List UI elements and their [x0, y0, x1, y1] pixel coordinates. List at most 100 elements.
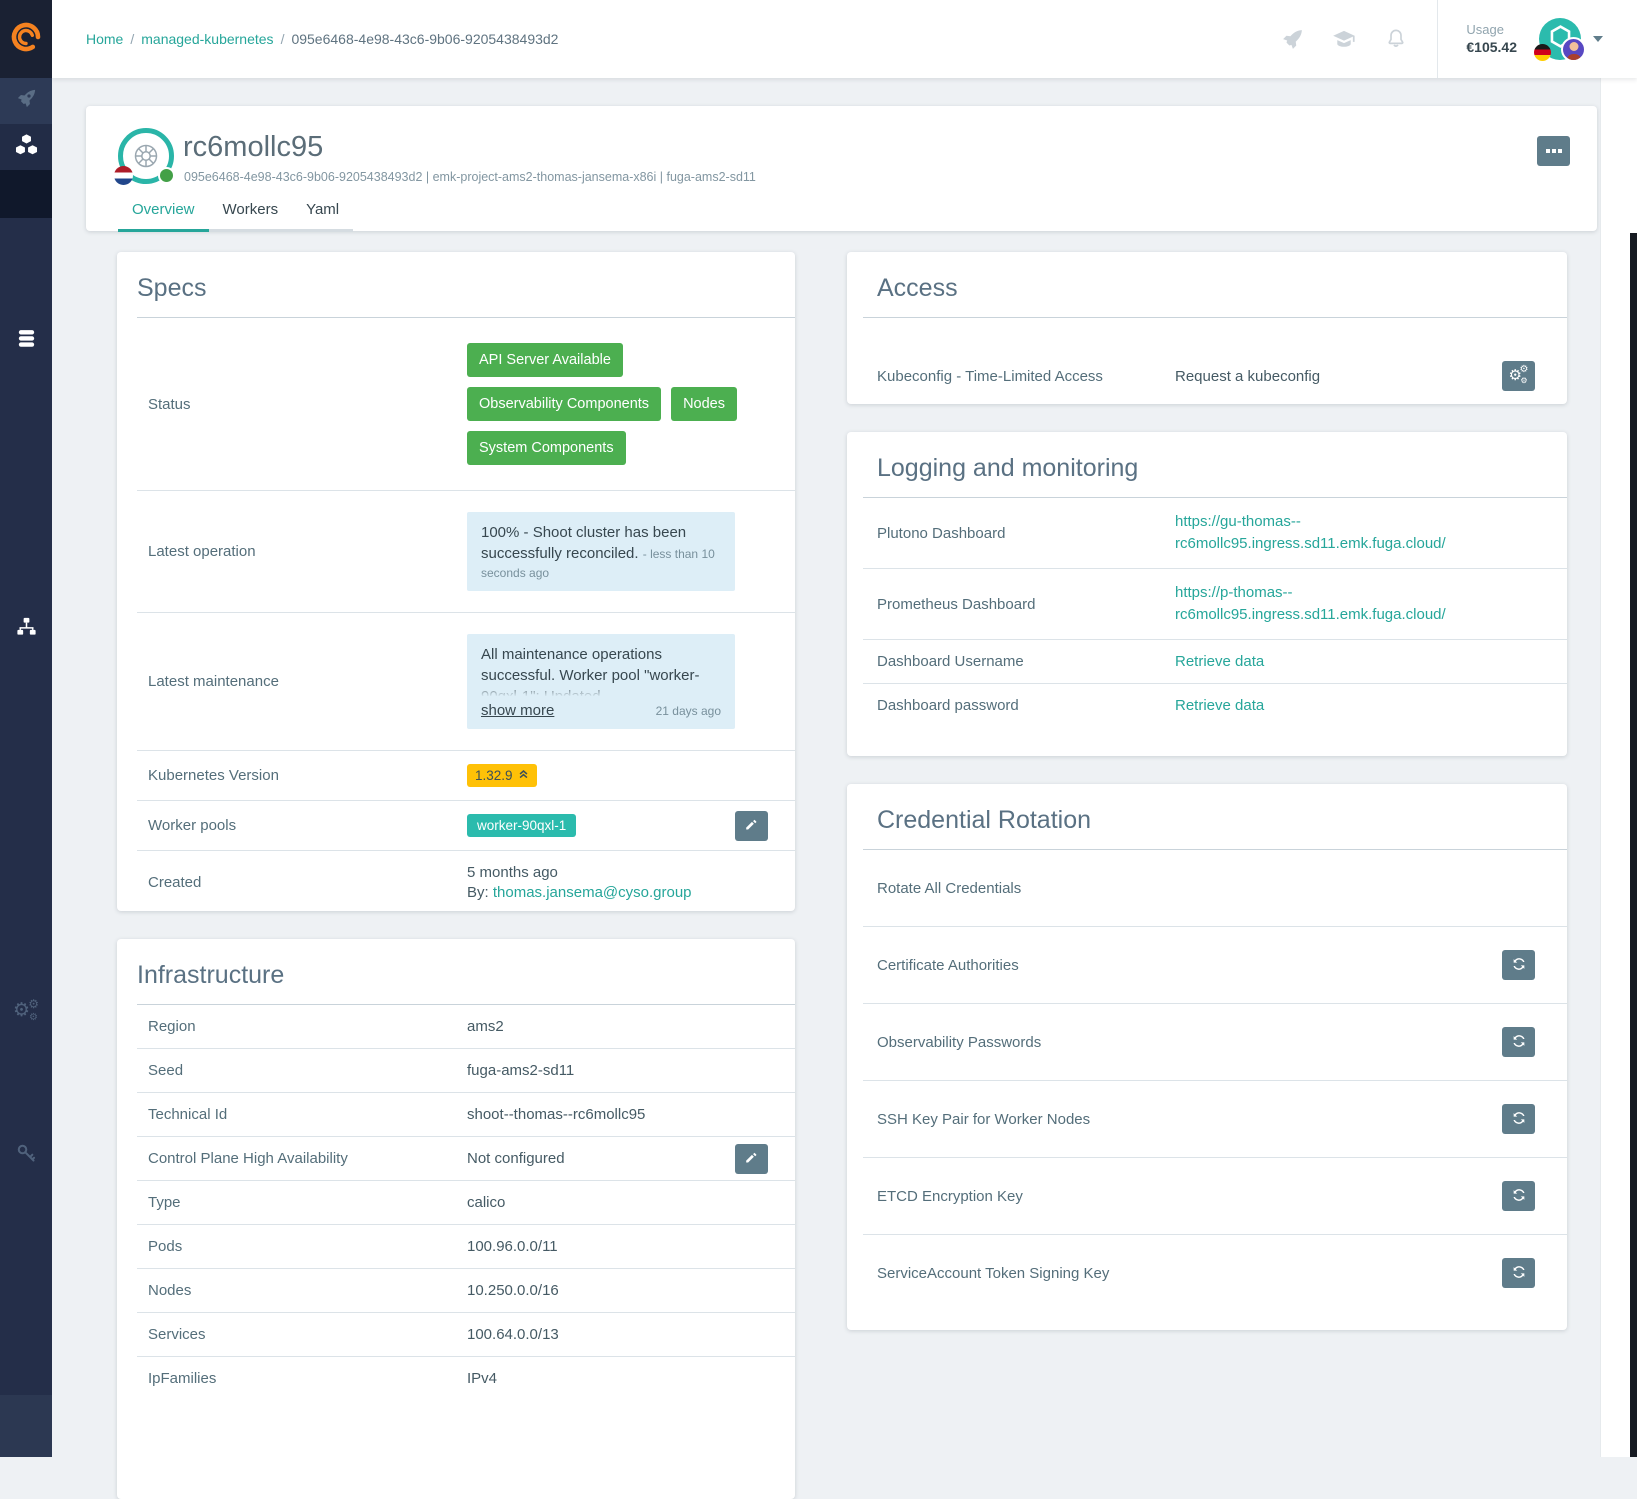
breadcrumb-home-link[interactable]: Home	[86, 31, 123, 47]
latest-maintenance-message: All maintenance operations successful. W…	[481, 644, 721, 696]
nodes-label: Nodes	[137, 1282, 467, 1299]
type-value: calico	[467, 1194, 795, 1211]
brand-spiral-icon	[9, 20, 43, 59]
topbar: Home / managed-kubernetes / 095e6468-4e9…	[52, 0, 1637, 78]
prometheus-dashboard-row: Prometheus Dashboard https://p-thomas--r…	[863, 568, 1567, 639]
status-row: Status API Server Available Observabilit…	[137, 318, 795, 490]
created-value: 5 months ago	[467, 864, 795, 881]
created-by-prefix: By:	[467, 884, 489, 901]
breadcrumb-managed-kubernetes-link[interactable]: managed-kubernetes	[141, 31, 273, 47]
usage-block[interactable]: Usage €105.42	[1466, 21, 1517, 57]
refresh-icon	[1511, 1110, 1527, 1129]
avatar[interactable]	[1539, 18, 1581, 60]
status-badge: Observability Components	[467, 387, 661, 421]
region-label: Region	[137, 1018, 467, 1035]
rotate-serviceaccount-token-button[interactable]	[1502, 1258, 1535, 1288]
latest-operation-box: 100% - Shoot cluster has been successful…	[467, 512, 735, 591]
region-row: Region ams2	[137, 1005, 795, 1048]
certificate-authorities-label: Certificate Authorities	[863, 957, 1175, 974]
sidebar-item-instances[interactable]	[0, 78, 52, 124]
rotate-ssh-key-pair-button[interactable]	[1502, 1104, 1535, 1134]
pencil-icon	[744, 817, 759, 835]
edit-control-plane-ha-button[interactable]	[735, 1144, 768, 1174]
page-title: rc6mollc95	[183, 131, 323, 164]
show-more-link[interactable]: show more	[481, 702, 554, 719]
rocket-icon	[15, 87, 38, 115]
etcd-encryption-key-row: ETCD Encryption Key	[863, 1157, 1567, 1234]
technical-id-value: shoot--thomas--rc6mollc95	[467, 1106, 795, 1123]
app-logo[interactable]	[0, 0, 52, 78]
plutono-dashboard-link[interactable]: https://gu-thomas--rc6mollc95.ingress.sd…	[1175, 511, 1485, 555]
status-badge: API Server Available	[467, 343, 623, 377]
sitemap-icon	[15, 615, 38, 643]
refresh-icon	[1511, 1033, 1527, 1052]
specs-title: Specs	[117, 252, 795, 317]
more-actions-button[interactable]	[1537, 136, 1570, 166]
kubernetes-version-row: Kubernetes Version 1.32.9	[137, 750, 795, 800]
chevron-double-up-icon	[518, 768, 529, 783]
services-label: Services	[137, 1326, 467, 1343]
cluster-subtitle: 095e6468-4e98-43c6-9b06-9205438493d2 | e…	[184, 170, 756, 184]
retrieve-username-link[interactable]: Retrieve data	[1175, 653, 1264, 670]
status-label: Status	[137, 396, 467, 413]
created-row: Created 5 months ago By: thomas.jansema@…	[137, 850, 795, 911]
services-row: Services 100.64.0.0/13	[137, 1312, 795, 1356]
pods-label: Pods	[137, 1238, 467, 1255]
tab-yaml[interactable]: Yaml	[292, 191, 353, 231]
usage-value: €105.42	[1466, 38, 1517, 57]
tab-bar: Overview Workers Yaml	[118, 191, 353, 231]
bell-icon[interactable]	[1383, 26, 1409, 52]
edit-worker-pools-button[interactable]	[735, 811, 768, 841]
latest-operation-row: Latest operation 100% - Shoot cluster ha…	[137, 490, 795, 612]
kubernetes-logo	[118, 128, 174, 184]
key-icon	[15, 1142, 37, 1169]
serviceaccount-token-label: ServiceAccount Token Signing Key	[863, 1265, 1175, 1282]
ssh-key-pair-row: SSH Key Pair for Worker Nodes	[863, 1080, 1567, 1157]
rotate-certificate-authorities-button[interactable]	[1502, 950, 1535, 980]
logging-monitoring-card: Logging and monitoring Plutono Dashboard…	[847, 432, 1567, 756]
chevron-down-icon[interactable]	[1593, 36, 1603, 42]
certificate-authorities-row: Certificate Authorities	[863, 926, 1567, 1003]
prometheus-dashboard-link[interactable]: https://p-thomas--rc6mollc95.ingress.sd1…	[1175, 582, 1485, 626]
access-card: Access Kubeconfig - Time-Limited Access …	[847, 252, 1567, 404]
status-badge: Nodes	[671, 387, 737, 421]
tab-workers[interactable]: Workers	[209, 191, 293, 231]
rocket-icon[interactable]	[1279, 26, 1305, 52]
latest-maintenance-label: Latest maintenance	[137, 673, 467, 690]
breadcrumb-separator: /	[281, 31, 285, 47]
request-kubeconfig-button[interactable]: ⚙ ⚙ ⚙	[1502, 361, 1535, 391]
observability-passwords-label: Observability Passwords	[863, 1034, 1175, 1051]
rotate-etcd-encryption-key-button[interactable]	[1502, 1181, 1535, 1211]
worker-pool-chip: worker-90qxl-1	[467, 814, 576, 837]
scrollbar-thumb[interactable]	[1630, 233, 1637, 1457]
created-by-link[interactable]: thomas.jansema@cyso.group	[493, 884, 692, 901]
observability-passwords-row: Observability Passwords	[863, 1003, 1567, 1080]
ellipsis-icon	[1546, 149, 1562, 153]
person-avatar-icon	[1561, 37, 1586, 62]
nodes-value: 10.250.0.0/16	[467, 1282, 795, 1299]
kubernetes-version-badge: 1.32.9	[467, 764, 537, 787]
kubeconfig-label: Kubeconfig - Time-Limited Access	[863, 368, 1175, 385]
sidebar-item-kubernetes[interactable]	[0, 124, 52, 170]
dashboard-username-row: Dashboard Username Retrieve data	[863, 639, 1567, 683]
sidebar-item-keys[interactable]	[0, 1132, 52, 1178]
dashboard-password-row: Dashboard password Retrieve data	[863, 683, 1567, 727]
tab-overview[interactable]: Overview	[118, 191, 209, 231]
specs-card: Specs Status API Server Available Observ…	[117, 252, 795, 911]
kubeconfig-row: Kubeconfig - Time-Limited Access Request…	[863, 318, 1567, 404]
sidebar-item-database[interactable]	[0, 318, 52, 364]
gears-icon: ⚙ ⚙ ⚙	[13, 999, 39, 1023]
rotate-observability-passwords-button[interactable]	[1502, 1027, 1535, 1057]
seed-label: Seed	[137, 1062, 467, 1079]
ip-families-row: IpFamilies IPv4	[137, 1356, 795, 1400]
etcd-encryption-key-label: ETCD Encryption Key	[863, 1188, 1175, 1205]
breadcrumb: Home / managed-kubernetes / 095e6468-4e9…	[86, 0, 558, 78]
netherlands-flag-icon	[114, 166, 133, 185]
plutono-dashboard-row: Plutono Dashboard https://gu-thomas--rc6…	[863, 498, 1567, 568]
sidebar-item-settings[interactable]: ⚙ ⚙ ⚙	[0, 988, 52, 1034]
graduation-cap-icon[interactable]	[1331, 26, 1357, 52]
retrieve-password-link[interactable]: Retrieve data	[1175, 697, 1264, 714]
status-badges: API Server Available Observability Compo…	[467, 331, 767, 477]
sidebar-item-network[interactable]	[0, 606, 52, 652]
prometheus-dashboard-label: Prometheus Dashboard	[863, 596, 1175, 613]
